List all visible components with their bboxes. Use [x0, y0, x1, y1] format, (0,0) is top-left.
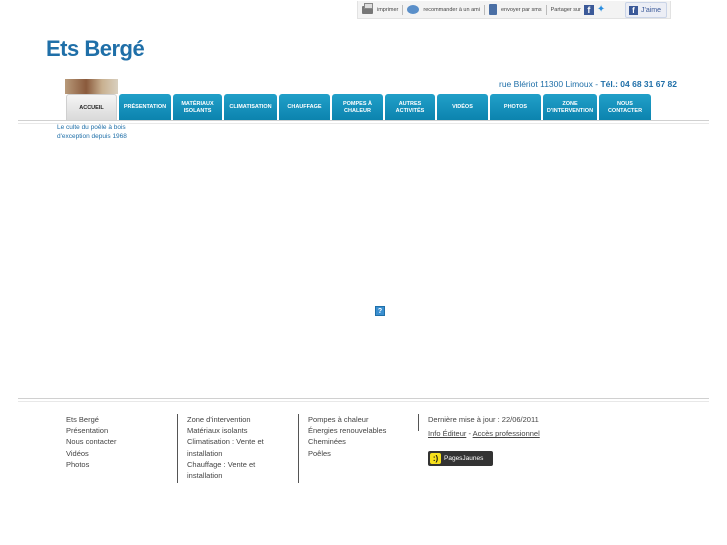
tagline: Le culte du poêle à bois d'exception dep…: [57, 124, 127, 140]
recommend-icon: [407, 5, 420, 14]
tab-autres-activites[interactable]: AUTRES ACTIVITÉS: [385, 94, 435, 121]
telephone: Tél.: 04 68 31 67 82: [600, 79, 677, 89]
info-editeur-link[interactable]: Info Éditeur: [428, 429, 466, 438]
logo-image: [65, 79, 118, 94]
utility-bar: imprimer recommander à un ami envoyer pa…: [357, 1, 671, 19]
phone-icon: [488, 4, 497, 15]
address-text: rue Blériot 11300 Limoux -: [499, 79, 599, 89]
footer-link[interactable]: Photos: [66, 459, 166, 470]
tab-nous-contacter[interactable]: NOUS CONTACTER: [599, 94, 651, 121]
like-label: J'aime: [641, 6, 662, 14]
recommend-link[interactable]: recommander à un ami: [403, 5, 484, 14]
share-group: Partager sur f ✦: [547, 4, 612, 15]
footer-link[interactable]: Présentation: [66, 425, 166, 436]
last-update: Dernière mise à jour : 22/06/2011: [428, 415, 539, 424]
tab-materiaux-isolants[interactable]: MATÉRIAUX ISOLANTS: [173, 94, 222, 121]
share-label: Partager sur: [550, 6, 581, 13]
footer-link[interactable]: Poêles: [308, 448, 408, 459]
print-link[interactable]: imprimer: [358, 2, 402, 14]
footer-separator: [418, 414, 419, 431]
acces-professionnel-link[interactable]: Accès professionnel: [473, 429, 540, 438]
missing-plugin-icon: ?: [375, 306, 385, 316]
facebook-icon: f: [629, 5, 638, 15]
footer-link[interactable]: Vidéos: [66, 448, 166, 459]
like-button[interactable]: f J'aime: [625, 2, 667, 18]
print-label: imprimer: [377, 6, 399, 13]
pagesjaunes-label: PagesJaunes: [444, 455, 484, 462]
printer-icon: [362, 2, 373, 14]
footer-link[interactable]: Matériaux isolants: [187, 425, 282, 436]
footer-separator: [298, 414, 299, 483]
recommend-label: recommander à un ami: [423, 6, 480, 13]
main-nav: ACCUEIL PRÉSENTATION MATÉRIAUX ISOLANTS …: [66, 94, 653, 121]
tab-chauffage[interactable]: CHAUFFAGE: [279, 94, 330, 121]
footer-link[interactable]: Énergies renouvelables: [308, 425, 408, 436]
tab-zone-intervention[interactable]: ZONE D'INTERVENTION: [543, 94, 597, 121]
pagesjaunes-badge[interactable]: :) PagesJaunes: [428, 451, 493, 466]
footer-col-3: Pompes à chaleur Énergies renouvelables …: [308, 414, 408, 459]
footer-link[interactable]: Pompes à chaleur: [308, 414, 408, 425]
footer-link[interactable]: Climatisation : Vente et installation: [187, 436, 282, 458]
footer-col-2: Zone d'intervention Matériaux isolants C…: [187, 414, 282, 481]
tab-accueil[interactable]: ACCUEIL: [66, 94, 117, 121]
tab-pompes-a-chaleur[interactable]: POMPES À CHALEUR: [332, 94, 383, 121]
footer-separator: [177, 414, 178, 483]
site-title: Ets Bergé: [46, 36, 145, 61]
footer-link[interactable]: Ets Bergé: [66, 414, 166, 425]
footer-link[interactable]: Nous contacter: [66, 436, 166, 447]
footer-col-1: Ets Bergé Présentation Nous contacter Vi…: [66, 414, 166, 470]
footer-legal-links: Info Éditeur - Accès professionnel: [428, 428, 628, 439]
footer-link[interactable]: Zone d'intervention: [187, 414, 282, 425]
tab-climatisation[interactable]: CLIMATISATION: [224, 94, 277, 121]
footer-col-4: Dernière mise à jour : 22/06/2011 Info É…: [428, 414, 628, 439]
contact-address: rue Blériot 11300 Limoux - Tél.: 04 68 3…: [499, 79, 677, 89]
sms-label: envoyer par sms: [500, 6, 542, 13]
tab-presentation[interactable]: PRÉSENTATION: [119, 94, 171, 121]
sms-link[interactable]: envoyer par sms: [485, 4, 546, 15]
pagesjaunes-icon: :): [430, 453, 441, 464]
footer-divider: [18, 398, 709, 402]
footer-link[interactable]: Chauffage : Vente et installation: [187, 459, 282, 481]
footer-link[interactable]: Cheminées: [308, 436, 408, 447]
twitter-icon[interactable]: ✦: [597, 5, 608, 15]
facebook-icon[interactable]: f: [583, 4, 594, 15]
tab-videos[interactable]: VIDÉOS: [437, 94, 488, 121]
link-separator: -: [468, 429, 471, 439]
tab-photos[interactable]: PHOTOS: [490, 94, 541, 121]
